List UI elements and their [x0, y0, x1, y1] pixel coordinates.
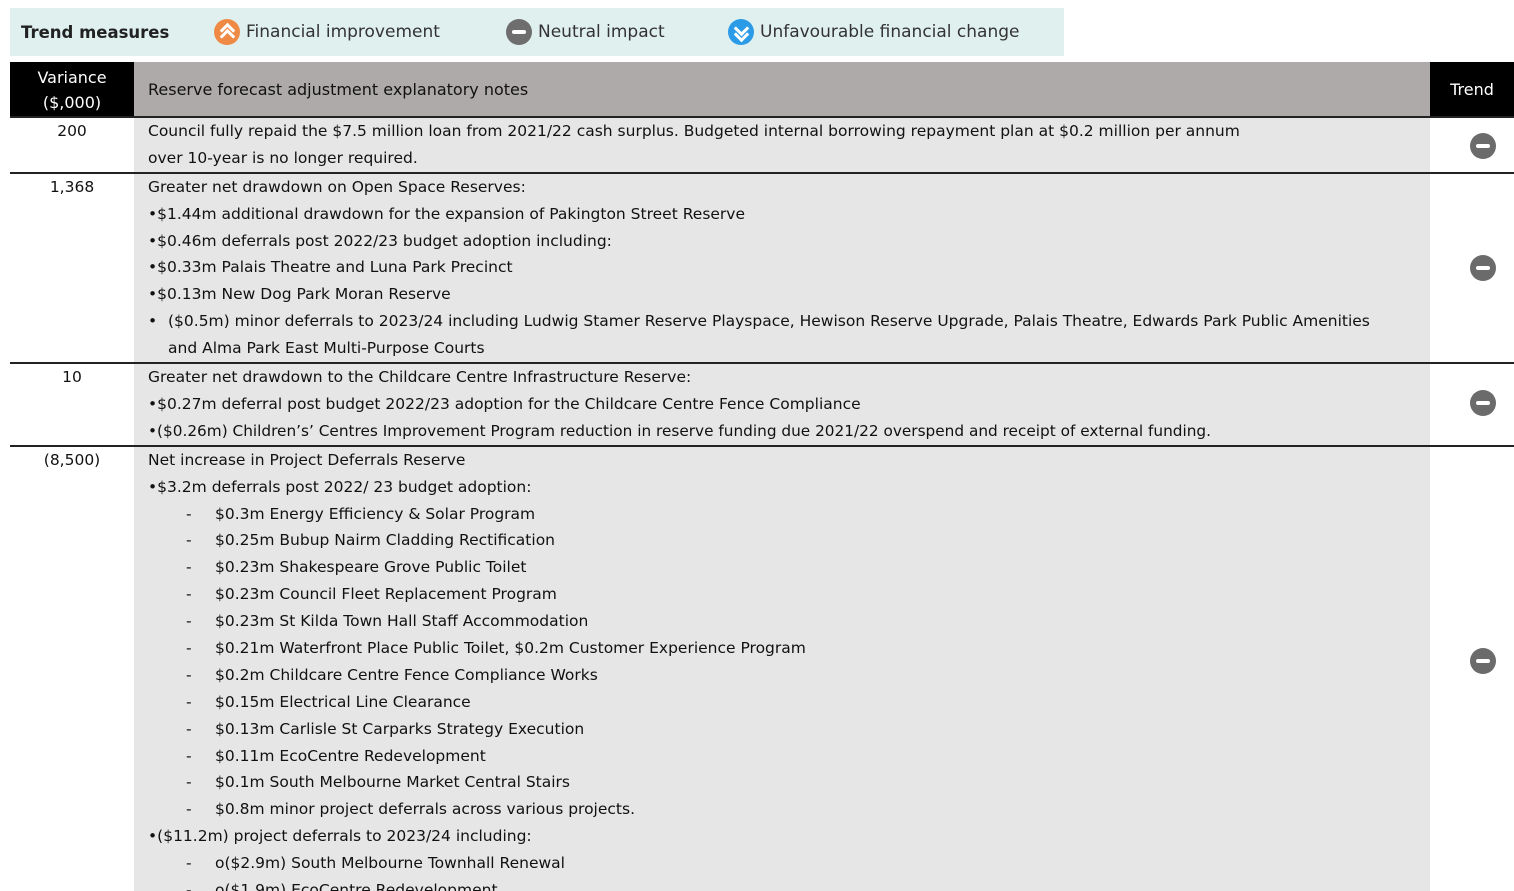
header-notes: Reserve forecast adjustment explanatory … [134, 62, 1430, 116]
note-sub-item: - $0.1m South Melbourne Market Central St… [186, 773, 571, 792]
note-text: Council fully repaid the $7.5 million lo… [148, 122, 1240, 140]
note-text: over 10-year is no longer required. [148, 148, 418, 167]
note-bullet: •($0.26m) Children’s’ Centres Improvemen… [148, 421, 1212, 440]
note-bullet: •$1.44m additional drawdown for the expa… [148, 204, 746, 223]
table-row: 10 Greater net drawdown to the Childcare… [10, 362, 1514, 445]
note-intro: Greater net drawdown on Open Space Reser… [148, 177, 526, 196]
minus-circle-icon [1470, 647, 1496, 674]
legend-label: Financial improvement [246, 22, 440, 42]
notes-cell: Council fully repaid the $7.5 million lo… [134, 118, 1430, 172]
note-sub-item: - $0.11m EcoCentre Redevelopment [186, 746, 486, 765]
variance-value: 200 [57, 122, 87, 140]
variance-value: 10 [62, 368, 82, 387]
trend-cell [1430, 174, 1514, 362]
reserve-forecast-table: Variance ($,000) Reserve forecast adjust… [10, 62, 1514, 891]
note-bullet: •$0.33m Palais Theatre and Luna Park Pre… [148, 258, 513, 277]
note-sub-item: - $0.25m Bubup Nairm Cladding Rectificati… [186, 531, 556, 550]
minus-circle-icon [1470, 390, 1496, 417]
legend-title: Trend measures [21, 22, 170, 42]
note-bullet: •$3.2m deferrals post 2022/ 23 budget ad… [148, 477, 532, 496]
legend-item-unfavourable-change: Unfavourable financial change [728, 19, 1020, 45]
note-bullet: •$0.13m New Dog Park Moran Reserve [148, 285, 451, 304]
header-variance: Variance ($,000) [10, 62, 134, 116]
minus-circle-icon [1470, 133, 1496, 159]
note-sub-item: - $0.23m St Kilda Town Hall Staff Accommo… [186, 612, 589, 631]
double-chevron-up-icon [214, 19, 240, 45]
table-row: 200 Council fully repaid the $7.5 millio… [10, 116, 1514, 172]
note-bullet: •($11.2m) project deferrals to 2023/24 i… [148, 827, 532, 846]
legend-label: Neutral impact [538, 22, 665, 42]
notes-cell: Greater net drawdown to the Childcare Ce… [134, 364, 1430, 445]
table-row: (8,500) Net increase in Project Deferral… [10, 444, 1514, 891]
note-sub-item: - $0.2m Childcare Centre Fence Compliance… [186, 665, 598, 684]
legend-label: Unfavourable financial change [760, 22, 1020, 42]
trend-cell [1430, 447, 1514, 891]
table-header-row: Variance ($,000) Reserve forecast adjust… [10, 62, 1514, 116]
trend-cell [1430, 364, 1514, 445]
note-sub-item: - $0.23m Council Fleet Replacement Progra… [186, 585, 557, 604]
note-sub-item: - $0.8m minor project deferrals across va… [186, 800, 635, 819]
note-intro: Greater net drawdown to the Childcare Ce… [148, 368, 692, 387]
note-sub-item: - $0.13m Carlisle St Carparks Strategy Ex… [186, 719, 585, 738]
note-bullet: •$0.46m deferrals post 2022/23 budget ad… [148, 231, 612, 250]
note-sub-item: - $0.21m Waterfront Place Public Toilet, … [186, 638, 806, 657]
legend-item-neutral-impact: Neutral impact [506, 19, 728, 45]
variance-value: (8,500) [43, 450, 101, 469]
note-sub-item: - o($2.9m) South Melbourne Townhall Renew… [186, 854, 565, 873]
note-sub-item: - $0.23m Shakespeare Grove Public Toilet [186, 558, 527, 577]
note-intro: Net increase in Project Deferrals Reserv… [148, 450, 466, 469]
trend-cell [1430, 118, 1514, 172]
note-sub-item: - $0.3m Energy Efficiency & Solar Program [186, 504, 536, 523]
table-row: 1,368 Greater net drawdown on Open Space… [10, 171, 1514, 363]
variance-value: 1,368 [49, 177, 95, 196]
note-bullet: •$0.27m deferral post budget 2022/23 ado… [148, 394, 861, 413]
double-chevron-down-icon [728, 19, 754, 45]
note-sub-item: - o($1.9m) EcoCentre Redevelopment [186, 880, 498, 891]
minus-circle-icon [506, 19, 532, 45]
minus-circle-icon [1470, 254, 1496, 281]
notes-cell: Greater net drawdown on Open Space Reser… [134, 173, 1430, 363]
note-sub-item: - $0.15m Electrical Line Clearance [186, 692, 471, 711]
notes-cell: Net increase in Project Deferrals Reserv… [134, 446, 1430, 891]
legend-item-financial-improvement: Financial improvement [214, 19, 506, 45]
header-trend: Trend [1430, 62, 1514, 116]
note-bullet: • ($0.5m) minor deferrals to 2023/24 incl… [148, 312, 1370, 358]
trend-legend: Trend measures Financial improvement Neu… [10, 8, 1064, 56]
